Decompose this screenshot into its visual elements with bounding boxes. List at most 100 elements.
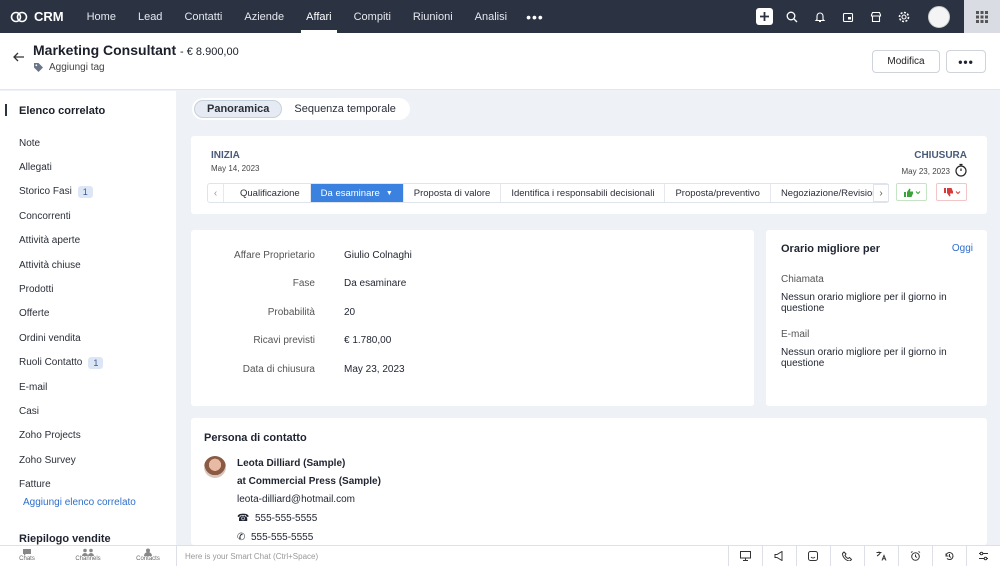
nav-item-compiti[interactable]: Compiti <box>343 0 402 33</box>
field-value[interactable]: May 23, 2023 <box>344 364 405 375</box>
back-button[interactable] <box>13 52 25 65</box>
smart-chat-input[interactable]: Here is your Smart Chat (Ctrl+Space) <box>176 546 750 566</box>
brand-logo[interactable]: CRM <box>0 9 76 24</box>
search-icon <box>786 11 798 22</box>
tag-icon <box>34 63 43 72</box>
arrow-left-icon <box>13 52 24 62</box>
add-related-list-link[interactable]: Aggiungi elenco correlato <box>23 497 136 508</box>
stage-pipeline: ‹ Qualificazione Da esaminare ▼ Proposta … <box>207 183 889 203</box>
stage-qualificazione[interactable]: Qualificazione <box>224 184 311 202</box>
stage-negoziazione-revisione[interactable]: Negoziazione/Revisione <box>771 184 888 202</box>
sidebar-item-offerte[interactable]: Offerte <box>19 302 169 326</box>
stage-identifica-responsabili[interactable]: Identifica i responsabili decisionali <box>501 184 666 202</box>
stage-proposta-preventivo[interactable]: Proposta/preventivo <box>665 184 771 202</box>
email-value: Nessun orario migliore per il giorno in … <box>781 347 947 369</box>
contact-mobile[interactable]: 555-555-5555 <box>251 532 313 543</box>
nav-more-button[interactable]: ••• <box>518 0 552 33</box>
sidebar-item-allegati[interactable]: Allegati <box>19 155 169 179</box>
sidebar-item-zoho-projects[interactable]: Zoho Projects <box>19 424 169 448</box>
announcement-button[interactable] <box>762 546 796 566</box>
history-button[interactable] <box>932 546 966 566</box>
field-row-owner: Affare Proprietario Giulio Colnaghi <box>191 250 754 264</box>
field-label: Fase <box>292 278 315 289</box>
field-label: Affare Proprietario <box>234 250 315 261</box>
grid-icon <box>976 10 988 23</box>
nav-item-lead[interactable]: Lead <box>127 0 173 33</box>
crm-logo-icon <box>10 11 28 22</box>
main-nav: Home Lead Contatti Aziende Affari Compit… <box>76 0 552 33</box>
help-button[interactable] <box>966 546 1000 566</box>
field-value[interactable]: Giulio Colnaghi <box>344 250 412 261</box>
bottom-bar: Chats Channels Contacts Here is your Sma… <box>0 545 1000 566</box>
field-value[interactable]: Da esaminare <box>344 278 406 289</box>
contact-name[interactable]: Leota Dilliard (Sample) <box>237 458 345 469</box>
field-value[interactable]: € 1.780,00 <box>344 335 391 346</box>
nav-item-affari[interactable]: Affari <box>295 0 342 33</box>
contact-avatar[interactable] <box>204 456 226 478</box>
call-log-button[interactable] <box>830 546 864 566</box>
more-actions-button[interactable]: ••• <box>946 50 986 73</box>
calendar-button[interactable] <box>834 0 862 33</box>
sidebar-item-ordini-vendita[interactable]: Ordini vendita <box>19 326 169 350</box>
notifications-button[interactable] <box>806 0 834 33</box>
screen-share-button[interactable] <box>728 546 762 566</box>
closing-label: CHIUSURA <box>914 150 967 161</box>
chat-icon <box>23 549 31 556</box>
sidebar-item-zoho-survey[interactable]: Zoho Survey <box>19 448 169 472</box>
sidebar-item-note[interactable]: Note <box>19 131 169 155</box>
sidebar-item-prodotti[interactable]: Prodotti <box>19 277 169 301</box>
stage-da-esaminare[interactable]: Da esaminare ▼ <box>310 184 404 202</box>
app-launcher-button[interactable] <box>964 0 1000 33</box>
stage-proposta-di-valore[interactable]: Proposta di valore <box>404 184 502 202</box>
contacts-button[interactable]: Contacts <box>128 548 168 562</box>
stopwatch-icon <box>955 163 967 180</box>
sidebar-item-concorrenti[interactable]: Concorrenti <box>19 204 169 228</box>
field-value[interactable]: 20 <box>344 307 355 318</box>
best-time-card: Orario migliore per Oggi Chiamata Nessun… <box>766 230 987 406</box>
sidebar-item-email[interactable]: E-mail <box>19 375 169 399</box>
settings-button[interactable] <box>890 0 918 33</box>
emoji-button[interactable] <box>796 546 830 566</box>
add-tag-button[interactable]: Aggiungi tag <box>33 62 105 73</box>
search-button[interactable] <box>778 0 806 33</box>
field-row-closing-date: Data di chiusura May 23, 2023 <box>191 364 754 378</box>
nav-item-analisi[interactable]: Analisi <box>464 0 518 33</box>
collapse-handle[interactable] <box>5 104 7 116</box>
channels-icon <box>82 548 94 556</box>
contact-phone[interactable]: 555-555-5555 <box>255 513 317 524</box>
pipeline-prev-button[interactable]: ‹ <box>208 184 224 202</box>
channels-button[interactable]: Channels <box>68 548 108 562</box>
mark-won-button[interactable] <box>896 183 927 201</box>
translate-button[interactable] <box>864 546 898 566</box>
best-time-day-selector[interactable]: Oggi <box>952 243 973 254</box>
related-list: Note Allegati Storico Fasi 1 Concorrenti … <box>19 131 169 497</box>
sales-summary-heading: Riepilogo vendite <box>19 533 111 545</box>
nav-item-home[interactable]: Home <box>76 0 127 33</box>
alarm-button[interactable] <box>898 546 932 566</box>
nav-item-aziende[interactable]: Aziende <box>233 0 295 33</box>
nav-item-contatti[interactable]: Contatti <box>173 0 233 33</box>
create-button[interactable] <box>750 0 778 33</box>
marketplace-button[interactable] <box>862 0 890 33</box>
mark-lost-button[interactable] <box>936 183 967 201</box>
sidebar-item-attivita-aperte[interactable]: Attività aperte <box>19 229 169 253</box>
nav-item-riunioni[interactable]: Riunioni <box>402 0 464 33</box>
sidebar-item-casi[interactable]: Casi <box>19 399 169 423</box>
tab-sequenza-temporale[interactable]: Sequenza temporale <box>282 100 408 118</box>
chats-button[interactable]: Chats <box>7 548 47 562</box>
contact-company[interactable]: at Commercial Press (Sample) <box>237 476 381 487</box>
megaphone-icon <box>774 551 783 561</box>
phone-call-icon <box>842 551 853 561</box>
pipeline-next-button[interactable]: › <box>873 184 889 202</box>
sidebar-item-attivita-chiuse[interactable]: Attività chiuse <box>19 253 169 277</box>
user-avatar[interactable] <box>928 5 950 28</box>
sidebar-item-storico-fasi[interactable]: Storico Fasi 1 <box>19 180 169 204</box>
phone-icon: ☎ <box>237 513 250 524</box>
sidebar-item-fatture[interactable]: Fatture <box>19 472 169 496</box>
edit-button[interactable]: Modifica <box>872 50 940 73</box>
call-value: Nessun orario migliore per il giorno in … <box>781 292 947 314</box>
sidebar-item-ruoli-contatto[interactable]: Ruoli Contatto 1 <box>19 351 169 375</box>
tab-panoramica[interactable]: Panoramica <box>194 100 283 118</box>
email-label: E-mail <box>781 329 810 340</box>
contact-email[interactable]: leota-dilliard@hotmail.com <box>237 494 355 505</box>
